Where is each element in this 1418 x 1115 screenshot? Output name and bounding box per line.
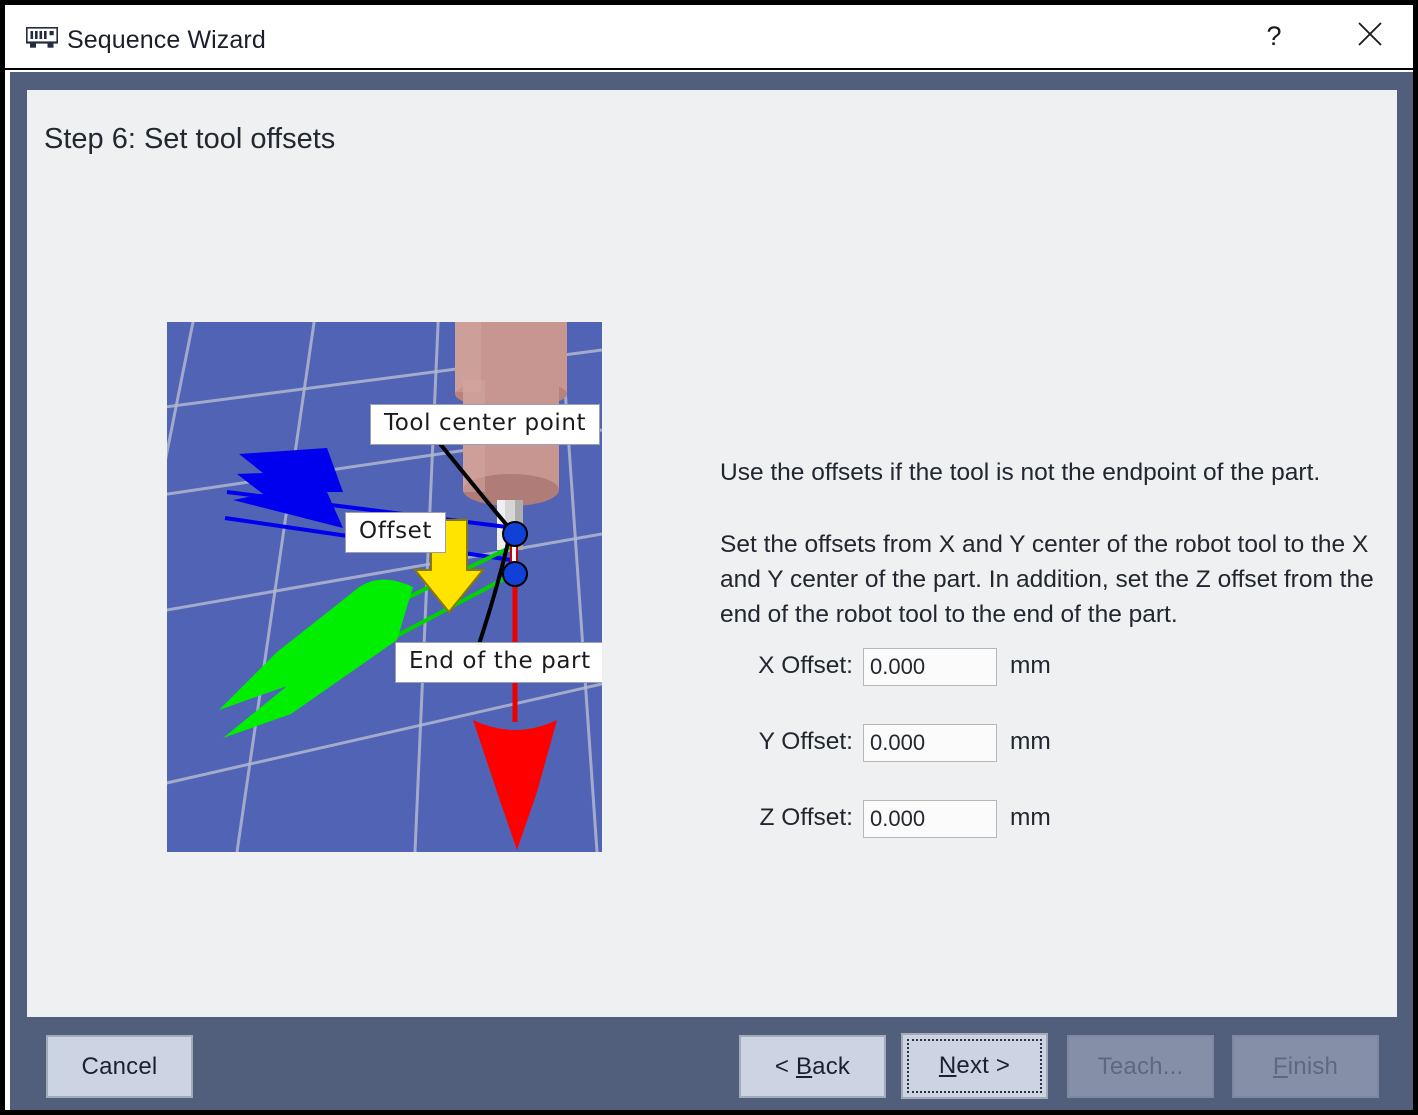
teach-button: Teach... — [1067, 1035, 1214, 1098]
y-offset-label: Y Offset: — [758, 728, 853, 755]
next-accesskey: N — [938, 1052, 957, 1079]
x-offset-label: X Offset: — [758, 652, 853, 679]
y-offset-unit: mm — [1010, 728, 1051, 755]
cancel-button[interactable]: Cancel — [46, 1035, 193, 1098]
back-button[interactable]: < Back — [739, 1035, 886, 1098]
x-offset-input[interactable] — [863, 648, 997, 686]
wizard-frame: Step 6: Set tool offsets Tool center poi… — [10, 72, 1413, 1110]
z-offset-label: Z Offset: — [759, 804, 854, 831]
x-offset-unit: mm — [1010, 652, 1051, 679]
next-suffix: ext > — [956, 1052, 1011, 1079]
robot-tool-offset-3d-preview: Tool center point Offset End of the part — [167, 322, 602, 852]
next-button-label: Next > — [939, 1052, 1010, 1080]
help-icon: ? — [1266, 20, 1282, 51]
back-button-label: < Back — [775, 1053, 850, 1081]
window-title: Sequence Wizard — [67, 26, 266, 54]
back-accesskey: B — [795, 1052, 813, 1080]
description-paragraph-1: Use the offsets if the tool is not the e… — [720, 459, 1321, 486]
finish-button-label: Finish — [1273, 1053, 1338, 1081]
viewport-label-offset: Offset — [345, 512, 447, 553]
cancel-button-label: Cancel — [81, 1052, 158, 1080]
next-button[interactable]: Next > — [901, 1033, 1048, 1099]
finish-button: Finish — [1232, 1035, 1379, 1098]
viewport-label-tool-center-point: Tool center point — [370, 404, 601, 445]
memory-module-icon — [25, 26, 59, 49]
finish-accesskey: F — [1272, 1052, 1288, 1080]
viewport-label-end-of-part: End of the part — [395, 642, 602, 683]
wizard-content-panel: Step 6: Set tool offsets Tool center poi… — [27, 90, 1397, 1017]
sequence-wizard-window: Sequence Wizard ? Step 6: Set tool offse… — [0, 0, 1418, 1115]
teach-button-label: Teach... — [1097, 1052, 1184, 1080]
finish-suffix: inish — [1287, 1052, 1339, 1080]
close-button[interactable] — [1340, 5, 1400, 67]
help-button[interactable]: ? — [1244, 5, 1304, 67]
description-paragraph-2: Set the offsets from X and Y center of t… — [720, 531, 1374, 628]
close-icon — [1355, 19, 1385, 54]
viewport-scene — [167, 322, 602, 852]
z-offset-input[interactable] — [863, 800, 997, 838]
back-suffix: ack — [812, 1052, 851, 1080]
page-title: Step 6: Set tool offsets — [44, 123, 336, 155]
z-offset-unit: mm — [1010, 804, 1051, 831]
title-bar: Sequence Wizard ? — [5, 5, 1413, 70]
y-offset-input[interactable] — [863, 724, 997, 762]
back-prefix: < — [774, 1052, 796, 1080]
